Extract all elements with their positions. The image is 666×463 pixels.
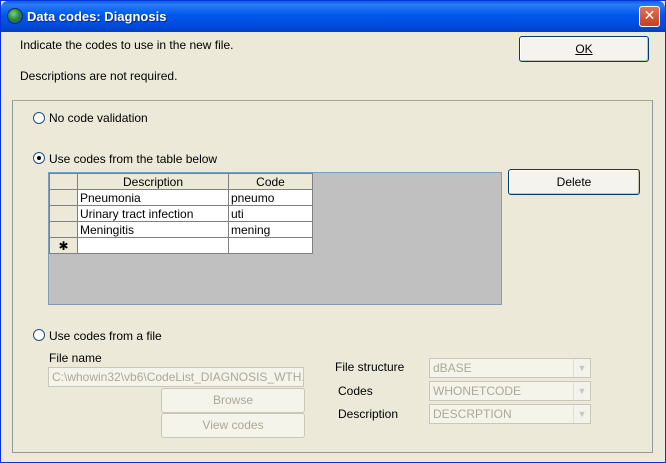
window-title: Data codes: Diagnosis	[27, 9, 167, 24]
cell-code[interactable]: mening	[228, 221, 313, 238]
no-validation-radio[interactable]	[33, 112, 45, 124]
use-table-radio[interactable]	[33, 152, 45, 164]
chevron-down-icon[interactable]: ▼	[573, 405, 590, 423]
column-header-description[interactable]: Description	[77, 173, 229, 190]
codes-label: Codes	[338, 384, 373, 398]
use-file-radio[interactable]	[33, 329, 45, 341]
codes-value: WHONETCODE	[433, 384, 521, 398]
globe-icon	[7, 8, 23, 24]
cell-code[interactable]: pneumo	[228, 189, 313, 206]
title-bar: Data codes: Diagnosis ✕	[1, 1, 665, 32]
description-select[interactable]: DESCRPTION ▼	[429, 404, 591, 424]
codes-select[interactable]: WHONETCODE ▼	[429, 381, 591, 401]
cell-description[interactable]: Urinary tract infection	[77, 205, 229, 222]
cell-description[interactable]	[77, 237, 229, 254]
chevron-down-icon[interactable]: ▼	[573, 359, 590, 377]
row-selector-header	[49, 173, 78, 190]
column-header-code[interactable]: Code	[228, 173, 313, 190]
cell-description[interactable]: Meningitis	[77, 221, 229, 238]
cell-code[interactable]	[228, 237, 313, 254]
browse-button[interactable]: Browse	[161, 388, 305, 413]
file-name-input[interactable]: C:\whowin32\vb6\CodeList_DIAGNOSIS_WTH.d	[48, 367, 304, 387]
data-codes-dialog: Data codes: Diagnosis ✕ Indicate the cod…	[0, 0, 666, 463]
cell-code[interactable]: uti	[228, 205, 313, 222]
file-structure-value: dBASE	[433, 361, 472, 375]
close-button[interactable]: ✕	[639, 6, 660, 27]
table-row[interactable]: Urinary tract infection uti	[49, 205, 313, 222]
view-codes-button[interactable]: View codes	[161, 413, 305, 438]
table-header-row: Description Code	[49, 173, 313, 190]
table-row[interactable]: Pneumonia pneumo	[49, 189, 313, 206]
new-row[interactable]: ✱	[49, 237, 313, 254]
file-structure-label: File structure	[335, 360, 405, 374]
codes-table: Description Code Pneumonia pneumo Urinar…	[49, 173, 313, 254]
use-file-label[interactable]: Use codes from a file	[49, 329, 162, 343]
instruction-text: Indicate the codes to use in the new fil…	[20, 38, 234, 52]
row-selector[interactable]	[49, 189, 78, 206]
chevron-down-icon[interactable]: ▼	[573, 382, 590, 400]
row-selector[interactable]	[49, 205, 78, 222]
row-selector[interactable]	[49, 221, 78, 238]
use-table-label[interactable]: Use codes from the table below	[49, 152, 217, 166]
ok-button-label: OK	[575, 42, 593, 56]
new-row-marker-icon: ✱	[49, 237, 78, 254]
ok-button[interactable]: OK	[519, 36, 649, 62]
codes-grid[interactable]: Description Code Pneumonia pneumo Urinar…	[48, 172, 502, 305]
file-name-label: File name	[49, 351, 102, 365]
description-label: Description	[338, 407, 399, 421]
cell-description[interactable]: Pneumonia	[77, 189, 229, 206]
delete-button[interactable]: Delete	[508, 169, 640, 195]
description-value: DESCRPTION	[433, 407, 512, 421]
radio-selected-dot	[37, 156, 41, 160]
file-structure-select[interactable]: dBASE ▼	[429, 358, 591, 378]
table-row[interactable]: Meningitis mening	[49, 221, 313, 238]
note-text: Descriptions are not required.	[20, 69, 178, 83]
no-validation-label[interactable]: No code validation	[49, 111, 148, 125]
